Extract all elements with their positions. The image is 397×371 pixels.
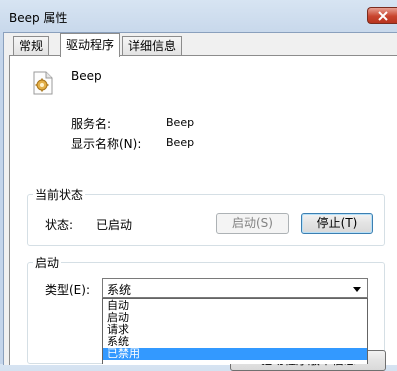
close-icon bbox=[378, 11, 388, 21]
service-name-value: Beep bbox=[166, 116, 195, 129]
display-name-value: Beep bbox=[166, 136, 195, 149]
tab-driver[interactable]: 驱动程序 bbox=[60, 33, 121, 57]
close-button[interactable] bbox=[367, 7, 397, 24]
chevron-down-icon[interactable] bbox=[353, 287, 361, 292]
display-name-label: 显示名称(N): bbox=[71, 137, 142, 151]
option-demand[interactable]: 请求 bbox=[103, 324, 367, 336]
status-label: 状态: bbox=[45, 218, 74, 232]
startup-type-label: 类型(E): bbox=[45, 283, 90, 297]
tab-general[interactable]: 常规 bbox=[13, 36, 50, 55]
startup-type-dropdown[interactable]: 自动 启动 请求 系统 已禁用 bbox=[102, 298, 368, 364]
startup-type-value: 系统 bbox=[107, 283, 132, 297]
stop-button[interactable]: 停止(T) bbox=[301, 213, 373, 234]
window-title: Beep 属性 bbox=[9, 11, 68, 25]
status-group-title: 当前状态 bbox=[33, 186, 86, 203]
tab-details[interactable]: 详细信息 bbox=[122, 36, 183, 55]
start-button[interactable]: 启动(S) bbox=[216, 213, 289, 234]
option-system[interactable]: 系统 bbox=[103, 336, 367, 348]
service-name-label: 服务名: bbox=[71, 117, 112, 131]
startup-group-title: 启动 bbox=[33, 254, 62, 271]
driver-name: Beep bbox=[71, 69, 102, 83]
option-boot[interactable]: 启动 bbox=[103, 312, 367, 324]
driver-gear-icon bbox=[33, 71, 53, 95]
option-disabled[interactable]: 已禁用 bbox=[103, 348, 367, 360]
status-value: 已启动 bbox=[96, 218, 133, 232]
option-auto[interactable]: 自动 bbox=[103, 300, 367, 312]
startup-type-select[interactable]: 系统 bbox=[102, 278, 368, 298]
title-bar[interactable]: Beep 属性 bbox=[0, 0, 397, 30]
